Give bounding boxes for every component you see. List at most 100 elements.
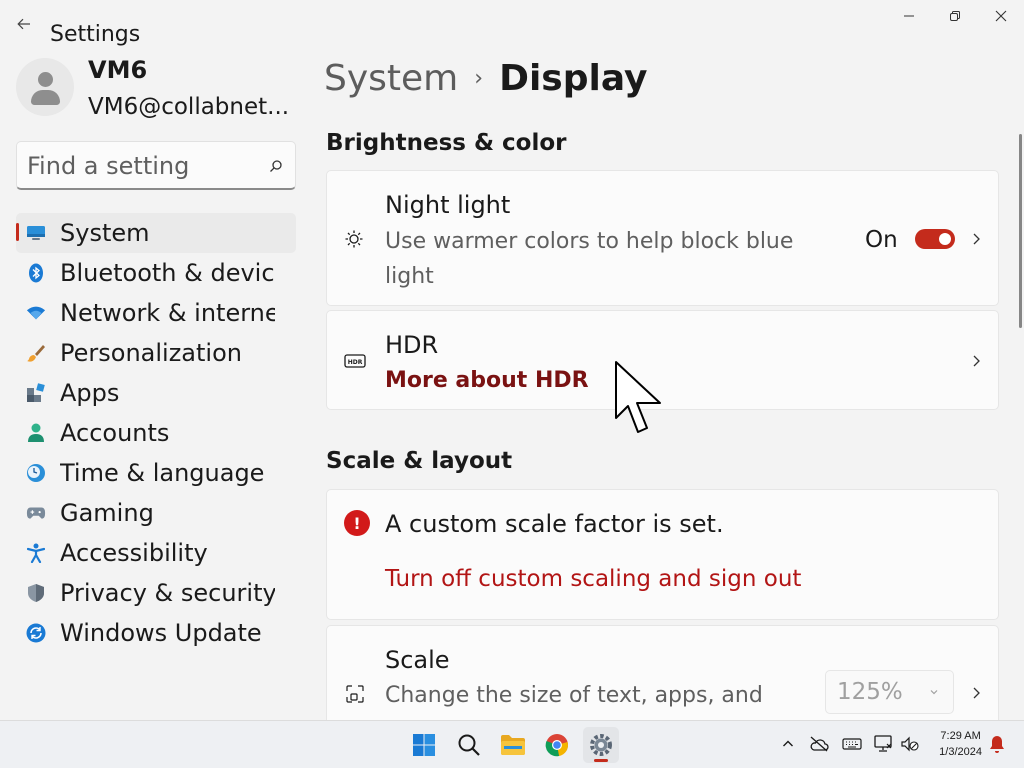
taskbar-search-button[interactable] [451,727,487,763]
user-email: VM6@collabnet... [88,94,290,120]
selection-indicator [16,223,19,241]
more-about-hdr-link[interactable]: More about HDR [385,368,589,393]
chrome-icon [545,734,568,757]
taskbar-clock[interactable]: 7:29 AM 1/3/2024 [939,728,982,760]
caption-buttons [886,0,1024,32]
scale-dropdown[interactable]: 125% [825,670,954,714]
taskbar-settings[interactable] [583,727,619,763]
chevron-right-icon[interactable] [970,354,982,368]
onedrive-tray[interactable] [808,733,830,755]
restore-icon [950,11,960,21]
chevron-right-icon[interactable] [970,686,982,700]
page-title: Display [499,58,648,99]
hdr-icon: HDR [344,354,366,368]
taskbar: 7:29 AM 1/3/2024 [0,720,1024,768]
sidebar-item-label: Gaming [60,499,154,527]
vertical-scrollbar[interactable] [1019,134,1022,328]
search-input[interactable] [27,150,257,182]
show-hidden-icons-button[interactable] [777,733,799,755]
sidebar-item-personalization[interactable]: Personalization [16,333,296,373]
bluetooth-icon [26,263,46,283]
sidebar-item-label: System [60,219,150,247]
close-button[interactable] [978,0,1024,32]
accessibility-icon [26,543,46,563]
taskbar-file-explorer[interactable] [495,727,531,763]
person-icon [26,423,46,443]
breadcrumb: System › Display [324,58,647,99]
toggle-knob [939,233,951,245]
clock-date: 1/3/2024 [939,746,982,758]
restore-button[interactable] [932,0,978,32]
avatar[interactable] [16,58,74,116]
scale-desc: Change the size of text, apps, and [385,683,763,708]
keyboard-tray[interactable] [841,733,863,755]
section-title-scale-layout: Scale & layout [326,448,513,474]
night-light-card[interactable]: Night light Use warmer colors to help bl… [326,170,999,306]
sidebar-item-system[interactable]: System [16,213,296,253]
apps-icon [26,383,46,403]
brush-icon [26,343,46,363]
sidebar-item-label: Accessibility [60,539,208,567]
sidebar-item-bluetooth[interactable]: Bluetooth & devices [16,253,296,293]
chevron-up-icon [783,740,793,747]
clock-time: 7:29 AM [940,730,981,742]
start-button[interactable] [406,727,442,763]
notification-bell-icon [990,736,1004,753]
custom-scale-warning-card: ! A custom scale factor is set. Turn off… [326,489,999,620]
night-light-desc-line1: Use warmer colors to help block blue [385,229,794,254]
sidebar-item-privacy[interactable]: Privacy & security [16,573,296,613]
wifi-icon [26,303,46,323]
sidebar-item-network[interactable]: Network & internet [16,293,296,333]
breadcrumb-separator: › [474,66,484,91]
volume-mute-icon [901,736,919,752]
sidebar-item-accounts[interactable]: Accounts [16,413,296,453]
scale-card[interactable]: Scale Change the size of text, apps, and… [326,625,999,720]
hdr-title: HDR [385,331,439,359]
sidebar-item-gaming[interactable]: Gaming [16,493,296,533]
chevron-right-icon[interactable] [970,232,982,246]
app-title: Settings [50,22,141,47]
night-light-desc-line2: light [385,264,434,289]
sidebar-item-label: Windows Update [60,619,262,647]
scale-title: Scale [385,646,450,674]
turn-off-custom-scaling-link[interactable]: Turn off custom scaling and sign out [385,566,801,592]
windows-start-icon [413,734,435,756]
monitor-icon [26,223,46,243]
search-box[interactable] [16,141,296,190]
back-button[interactable] [10,12,38,36]
sidebar-item-label: Accounts [60,419,170,447]
sidebar-item-label: Privacy & security [60,579,275,607]
sidebar-item-apps[interactable]: Apps [16,373,296,413]
notifications-button[interactable] [986,733,1008,755]
active-app-indicator [594,759,608,762]
onedrive-off-icon [810,736,829,752]
sidebar-item-label: Personalization [60,339,242,367]
night-light-toggle[interactable] [915,229,955,249]
sidebar-item-label: Network & internet [60,299,275,327]
breadcrumb-parent[interactable]: System [324,58,458,99]
avatar-person-icon [38,72,53,87]
taskbar-chrome[interactable] [539,727,575,763]
network-icon [874,735,892,752]
settings-window: Settings VM6 VM6@collabnet... System Blu… [0,0,1024,720]
close-icon [995,10,1007,22]
search-icon[interactable] [269,159,283,173]
keyboard-icon [842,738,862,750]
volume-tray[interactable] [899,733,921,755]
night-light-toggle-label: On [865,227,898,253]
sidebar-item-windows-update[interactable]: Windows Update [16,613,296,653]
minimize-button[interactable] [886,0,932,32]
back-arrow-icon [17,18,30,30]
sidebar-item-label: Time & language [60,459,265,487]
network-tray[interactable] [872,733,894,755]
section-title-brightness: Brightness & color [326,130,567,156]
settings-icon [590,734,612,756]
custom-scale-warning-title: A custom scale factor is set. [385,510,724,538]
svg-text:HDR: HDR [348,359,363,366]
sidebar-nav: System Bluetooth & devices Network & int… [16,213,296,653]
sidebar-item-time-language[interactable]: Time & language [16,453,296,493]
search-icon [458,734,480,756]
gamepad-icon [26,503,46,523]
scale-icon [346,685,364,703]
sidebar-item-accessibility[interactable]: Accessibility [16,533,296,573]
